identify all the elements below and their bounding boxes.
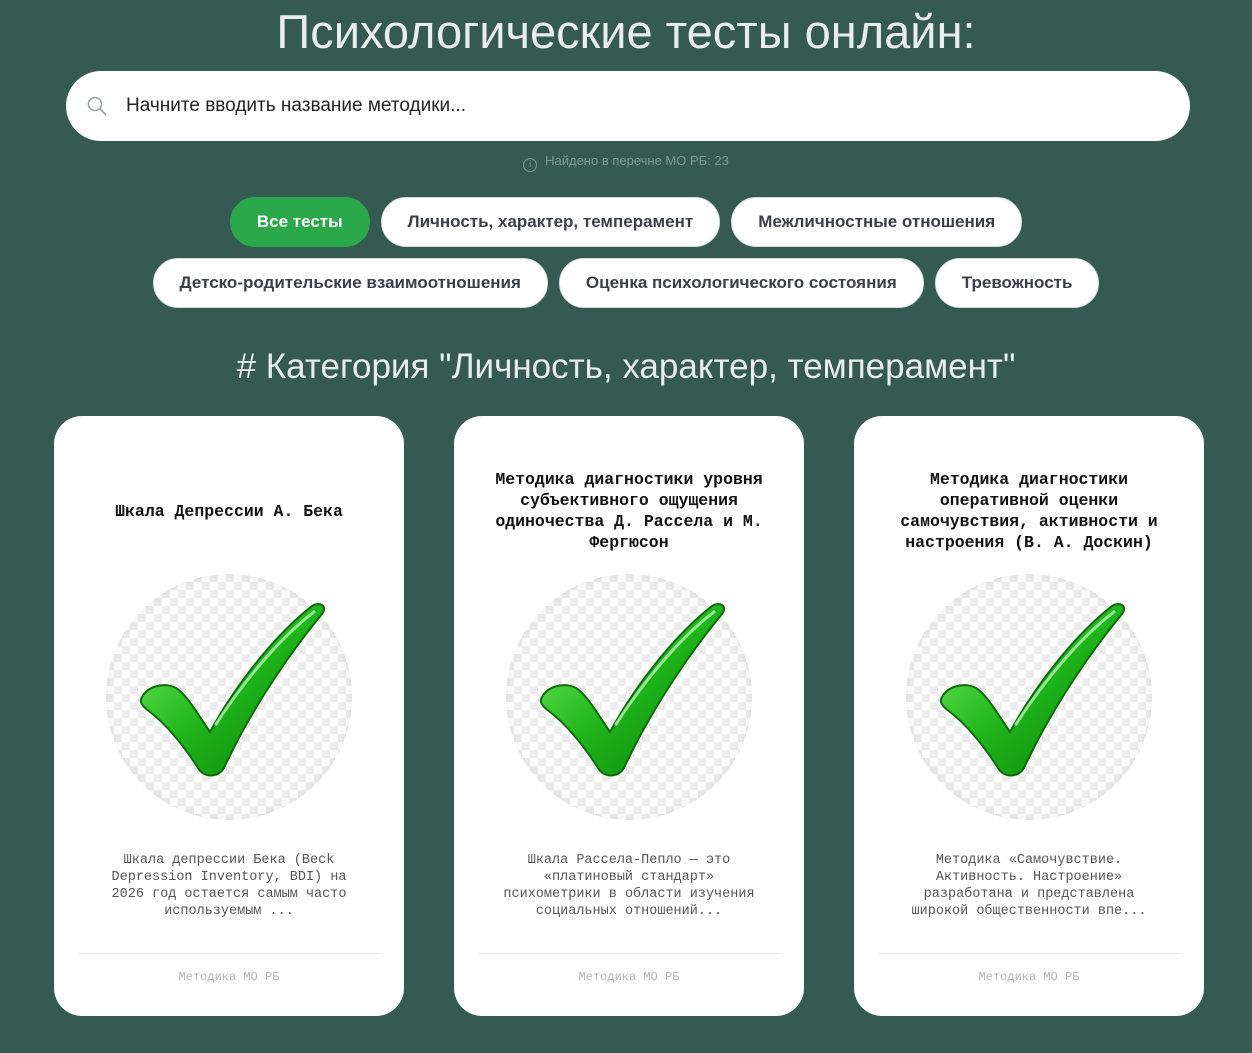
card-title[interactable]: Методика диагностики уровня субъективног… (479, 436, 779, 586)
card-footer: Методика МО РБ (978, 970, 1080, 984)
found-count-text: Найдено в перечне МО РБ: 23 (545, 153, 729, 168)
card-divider (79, 953, 379, 954)
card-description: Методика «Самочувствие. Активность. Наст… (911, 853, 1147, 919)
search-icon (87, 96, 107, 116)
category-heading: # Категория "Личность, характер, темпера… (236, 347, 1016, 386)
filter-row-2: Детско-родительские взаимоотношения Оцен… (0, 258, 1252, 308)
filter-psych-state[interactable]: Оценка психологического состояния (558, 258, 924, 308)
card-title[interactable]: Методика диагностики оперативной оценки … (879, 436, 1179, 586)
search-input[interactable] (126, 71, 1166, 141)
category-filters: Все тесты Личность, характер, темперамен… (0, 197, 1252, 319)
card-image[interactable] (506, 574, 752, 820)
page-title: Психологические тесты онлайн: (276, 5, 976, 58)
green-checkmark-icon (139, 603, 326, 777)
filter-anxiety[interactable]: Тревожность (934, 258, 1100, 308)
test-card[interactable]: Шкала Депрессии А. Бека Шкала депрессии … (54, 416, 404, 1016)
filter-interpersonal[interactable]: Межличностные отношения (731, 197, 1023, 247)
filter-row-1: Все тесты Личность, характер, темперамен… (0, 197, 1252, 247)
card-image[interactable] (106, 574, 352, 820)
search-bar[interactable] (66, 71, 1190, 141)
green-checkmark-icon (539, 603, 726, 777)
card-description: Шкала Рассела-Пепло — это «платиновый ст… (503, 853, 755, 919)
card-description: Шкала депрессии Бека (Beck Depression In… (111, 853, 347, 919)
found-count-info: i Найдено в перечне МО РБ: 23 (0, 152, 1252, 172)
test-card[interactable]: Методика диагностики уровня субъективног… (454, 416, 804, 1016)
card-footer: Методика МО РБ (178, 970, 280, 984)
filter-child-parent[interactable]: Детско-родительские взаимоотношения (152, 258, 548, 308)
filter-personality[interactable]: Личность, характер, темперамент (380, 197, 721, 247)
info-icon: i (523, 158, 538, 172)
card-divider (479, 953, 779, 954)
filter-all-tests[interactable]: Все тесты (229, 197, 370, 247)
card-image[interactable] (906, 574, 1152, 820)
green-checkmark-icon (939, 603, 1126, 777)
card-divider (879, 953, 1179, 954)
card-footer: Методика МО РБ (578, 970, 680, 984)
test-card[interactable]: Методика диагностики оперативной оценки … (854, 416, 1204, 1016)
card-title[interactable]: Шкала Депрессии А. Бека (79, 436, 379, 586)
